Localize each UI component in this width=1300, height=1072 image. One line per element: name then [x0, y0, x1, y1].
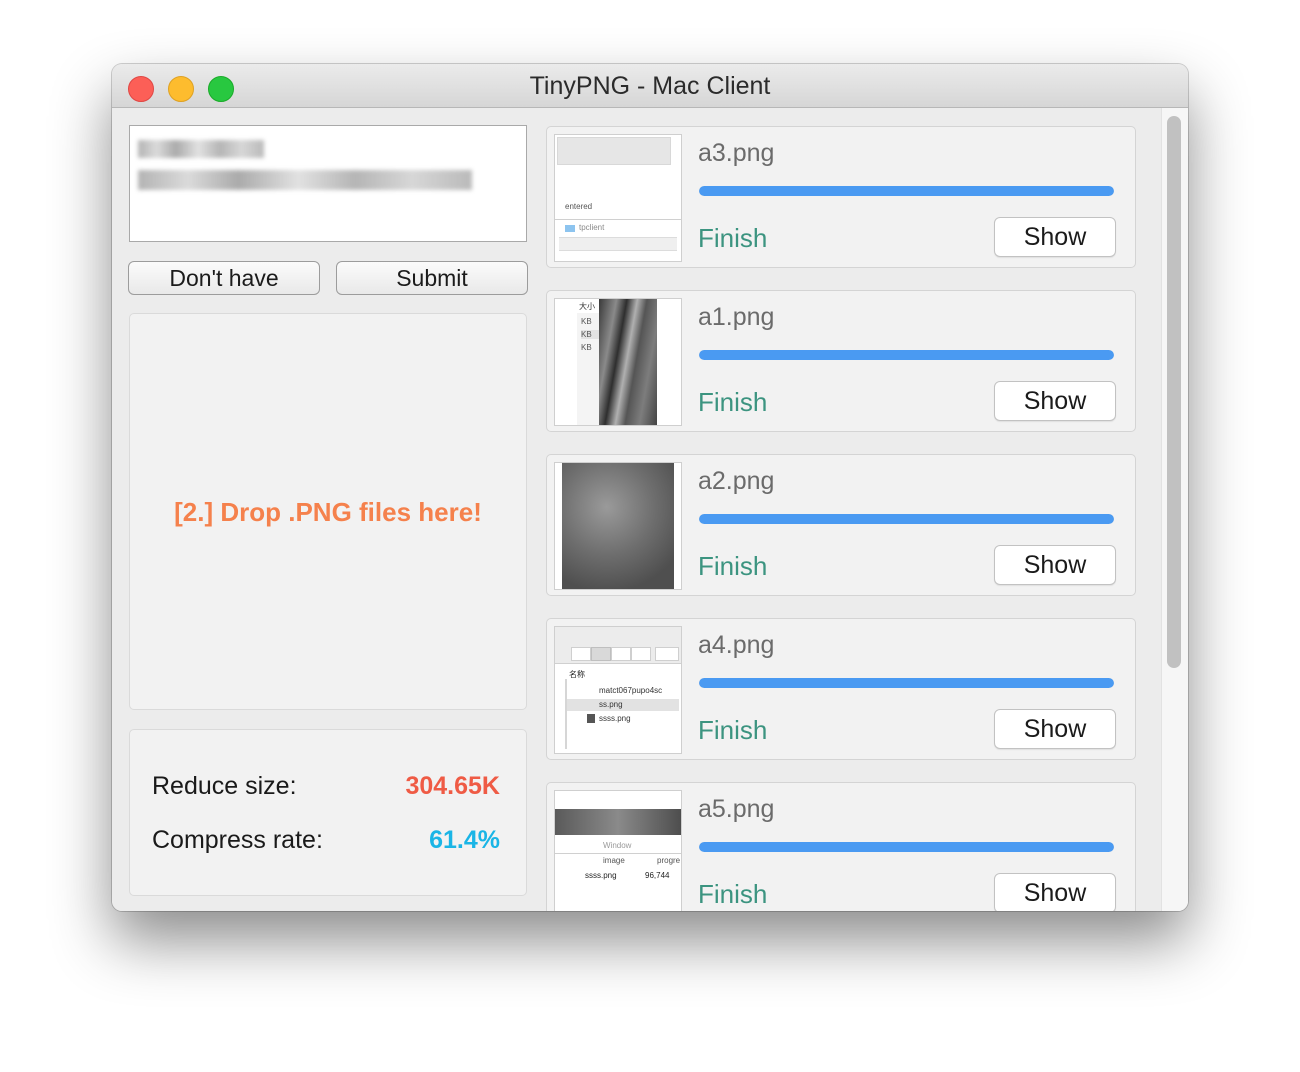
status-text: Finish	[698, 551, 768, 581]
progress-bar	[699, 842, 1114, 852]
redacted-text-line	[138, 170, 472, 190]
stats-panel: Reduce size: 304.65K Compress rate: 61.4…	[129, 729, 527, 896]
drop-zone[interactable]: [2.] Drop .PNG files here!	[129, 313, 527, 710]
thumb-text: 名称	[569, 670, 585, 679]
thumb-text: ssss.png	[585, 871, 617, 880]
thumb-text: image	[603, 856, 625, 865]
thumb-text: KB	[581, 317, 592, 326]
thumb-text: progre	[657, 856, 681, 865]
submit-button[interactable]: Submit	[336, 261, 528, 295]
scrollbar-thumb[interactable]	[1167, 116, 1181, 668]
progress-fill	[699, 678, 1114, 688]
show-button[interactable]: Show	[994, 873, 1116, 911]
thumb-text: entered	[565, 202, 593, 211]
progress-fill	[699, 514, 1114, 524]
progress-fill	[699, 186, 1114, 196]
progress-bar	[699, 678, 1114, 688]
thumb-text: matct067pupo4sc	[599, 686, 663, 695]
file-item: 名称 matct067pupo4sc ss.png ssss.png a4.pn…	[546, 618, 1136, 760]
redacted-text-line	[138, 140, 264, 158]
reduce-size-value: 304.65K	[405, 772, 500, 800]
file-name: a3.png	[698, 139, 775, 167]
reduce-size-label: Reduce size:	[152, 772, 297, 800]
window-title: TinyPNG - Mac Client	[529, 72, 771, 100]
file-thumbnail	[554, 462, 682, 590]
dont-have-button[interactable]: Don't have	[128, 261, 320, 295]
file-item: a2.png Finish Show	[546, 454, 1136, 596]
file-item: 大小 KB KB KB a1.png Finish Show	[546, 290, 1136, 432]
thumb-text: KB	[581, 343, 592, 352]
compress-rate-label: Compress rate:	[152, 826, 323, 854]
thumb-text: 大小	[579, 302, 595, 311]
progress-bar	[699, 186, 1114, 196]
file-thumbnail: entered tpclient	[554, 134, 682, 262]
file-thumbnail: Window image progre ssss.png 96,744	[554, 790, 682, 911]
file-item: entered tpclient a3.png Finish Show	[546, 126, 1136, 268]
status-text: Finish	[698, 879, 768, 909]
status-text: Finish	[698, 387, 768, 417]
status-text: Finish	[698, 715, 768, 745]
compress-rate-value: 61.4%	[429, 826, 500, 854]
file-name: a5.png	[698, 795, 775, 823]
window-content: Don't have Submit [2.] Drop .PNG files h…	[112, 108, 1188, 911]
thumb-text: KB	[581, 330, 599, 339]
show-button[interactable]: Show	[994, 381, 1116, 421]
show-button[interactable]: Show	[994, 545, 1116, 585]
progress-bar	[699, 350, 1114, 360]
file-name: a4.png	[698, 631, 775, 659]
show-button[interactable]: Show	[994, 709, 1116, 749]
file-item: Window image progre ssss.png 96,744 a5.p…	[546, 782, 1136, 911]
file-list: entered tpclient a3.png Finish Show 大小 K…	[546, 122, 1140, 911]
progress-fill	[699, 842, 1114, 852]
thumb-text: 96,744	[645, 871, 670, 880]
file-thumbnail: 大小 KB KB KB	[554, 298, 682, 426]
api-key-textbox[interactable]	[129, 125, 527, 242]
show-button[interactable]: Show	[994, 217, 1116, 257]
progress-bar	[699, 514, 1114, 524]
file-name: a1.png	[698, 303, 775, 331]
drop-zone-text: [2.] Drop .PNG files here!	[174, 497, 482, 527]
progress-fill	[699, 350, 1114, 360]
thumb-text: Window	[603, 841, 632, 850]
file-thumbnail: 名称 matct067pupo4sc ss.png ssss.png	[554, 626, 682, 754]
thumb-text: ss.png	[599, 700, 623, 709]
thumb-text: ssss.png	[599, 714, 631, 723]
title-bar: TinyPNG - Mac Client	[112, 64, 1188, 108]
thumb-text: tpclient	[579, 223, 605, 232]
status-text: Finish	[698, 223, 768, 253]
app-window: TinyPNG - Mac Client Don't have Submit […	[112, 64, 1188, 911]
file-name: a2.png	[698, 467, 775, 495]
